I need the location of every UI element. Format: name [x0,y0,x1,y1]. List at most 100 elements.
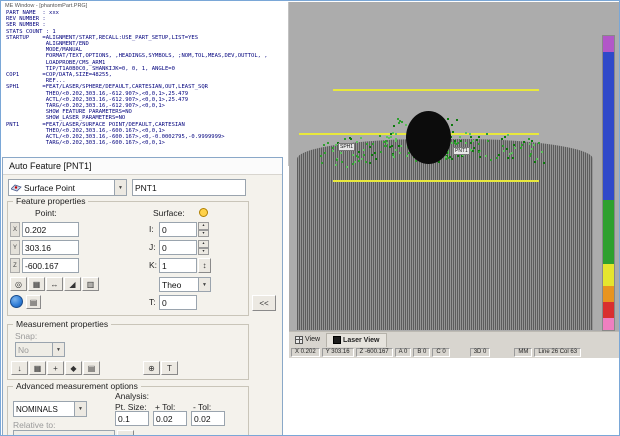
scan-dot [456,119,458,121]
flip-vector-icon[interactable]: ↕ [198,258,211,273]
i-vector-input[interactable] [159,222,197,237]
browse-button[interactable]: ... [117,430,134,436]
plus-tol-input[interactable] [153,411,187,426]
scan-dot [529,143,531,145]
scan-dot [507,134,509,136]
feature-label-sph1[interactable]: SPH1 [338,143,355,151]
scan-dot [457,142,459,144]
scan-dot [366,143,368,145]
corner-icon[interactable]: ◢ [64,277,81,291]
scan-dot [341,161,343,163]
scan-dot [386,142,388,144]
scan-dot [369,162,371,164]
scan-dot [521,144,523,146]
z-axis-box: Z [10,258,20,273]
scan-dot [465,132,467,134]
target-icon[interactable]: ◎ [10,277,27,291]
model-view-icon [295,336,303,344]
color-scale-segment [603,36,614,52]
edit-window-title: ME Window - [phantomPart.PRG] [2,2,288,10]
chevron-down-icon[interactable]: ▼ [74,402,86,416]
diamond-icon[interactable]: ◆ [65,361,82,375]
surface-normal-icon[interactable] [199,208,208,217]
chevron-down-icon[interactable]: ▼ [114,180,126,195]
scan-dot [375,158,377,160]
circle-plus-icon[interactable]: ⊕ [143,361,160,375]
spinner-down-icon[interactable]: ▼ [198,248,209,256]
scan-dot [533,144,535,146]
chevron-down-icon[interactable]: ▼ [52,343,64,356]
scan-dot [534,161,536,163]
measure-button[interactable] [10,295,23,308]
width-icon[interactable]: ↔ [46,277,63,291]
color-scale [602,35,615,331]
nominals-combobox[interactable]: NOMINALS ▼ [13,401,87,417]
grid-icon[interactable]: ▦ [28,277,45,291]
z-coordinate-input[interactable] [22,258,79,273]
view-tabbar: View Laser View [289,331,620,347]
minus-tol-input[interactable] [191,411,225,426]
spinner-down-icon[interactable]: ▼ [198,230,209,238]
scan-dot [478,143,480,145]
edit-window[interactable]: ME Window - [phantomPart.PRG] PART NAME … [2,2,289,166]
scan-dot [465,142,467,144]
scan-dot [327,142,329,144]
auto-feature-dialog: Auto Feature [PNT1] Surface Point ▼ Feat… [2,157,283,436]
scan-dot [470,136,472,138]
snap-combobox[interactable]: No ▼ [15,342,65,357]
feature-properties-legend: Feature properties [13,196,88,206]
spinner-up-icon[interactable]: ▲ [198,222,209,230]
feature-label-pnt1[interactable]: PNT1 [453,147,470,155]
laser-viewport[interactable]: SPH1 PNT1 [289,2,620,331]
status-item: MM [514,348,532,357]
scan-dot [363,154,365,156]
surface-label: Surface: [153,208,185,218]
status-item: 3D 0 [470,348,491,357]
scan-dot [543,162,545,164]
j-vector-input[interactable] [159,240,197,255]
scan-dot [323,144,325,146]
y-coordinate-input[interactable] [22,240,79,255]
scan-dot [503,150,505,152]
chevron-down-icon[interactable]: ▼ [198,278,210,291]
theo-combobox[interactable]: Theo ▼ [159,277,211,292]
scan-dot [451,142,453,144]
scan-dot [528,138,530,140]
j-spinner[interactable]: ▲ ▼ [198,240,209,255]
spinner-up-icon[interactable]: ▲ [198,240,209,248]
t-value-input[interactable] [159,295,197,310]
scan-dot [395,149,397,151]
tab-view[interactable]: View [289,333,326,347]
rows-icon[interactable]: ▤ [83,361,100,375]
scan-dot [358,151,360,153]
scan-dot [514,147,516,149]
i-spinner[interactable]: ▲ ▼ [198,222,209,237]
grid-icon[interactable]: ▦ [29,361,46,375]
text-icon[interactable]: T [161,361,178,375]
scan-dot [536,158,538,160]
feature-type-combobox[interactable]: Surface Point ▼ [8,179,127,196]
pt-size-input[interactable] [115,411,149,426]
scan-dot [397,118,399,120]
scan-dot [344,138,346,140]
aux-options-button[interactable]: ▤ [26,295,41,309]
scan-dot [384,145,386,147]
scan-dot [504,136,506,138]
scan-dot [479,156,481,158]
j-label: J: [149,242,156,252]
plus-icon[interactable]: + [47,361,64,375]
tab-laser-view[interactable]: Laser View [326,333,386,347]
feature-id-input[interactable] [132,179,246,196]
scan-dot [395,133,397,135]
scan-dot [380,151,382,153]
scan-dot [352,154,354,156]
drop-point-icon[interactable]: ↓ [11,361,28,375]
scan-dot [388,137,390,139]
collapse-button[interactable]: << [252,295,276,311]
relative-to-input[interactable] [13,430,115,436]
x-coordinate-input[interactable] [22,222,79,237]
panel-icon[interactable]: ▥ [82,277,99,291]
k-label: K: [149,260,157,270]
code-line: FORMAT/TEXT,OPTIONS, ,HEADINGS,SYMBOLS, … [6,53,288,59]
k-vector-input[interactable] [159,258,197,273]
